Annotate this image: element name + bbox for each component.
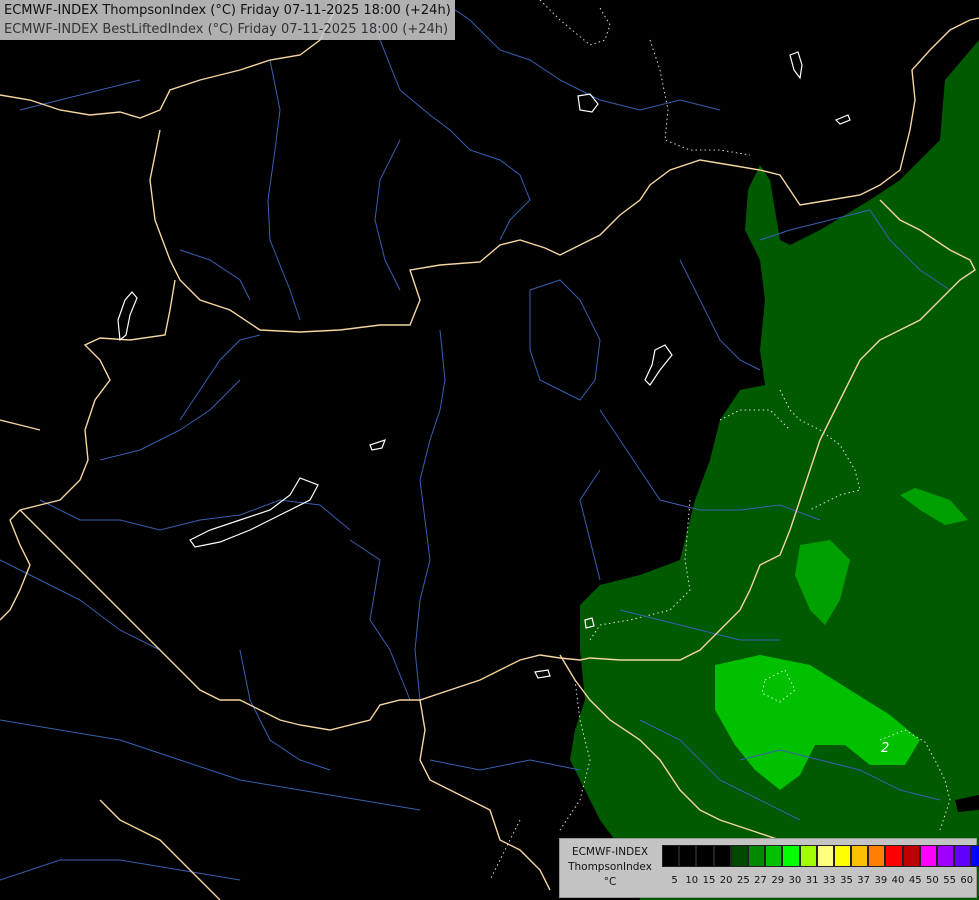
legend-tick-label: 27 — [754, 875, 767, 886]
legend-swatch — [679, 845, 697, 867]
legend-swatch — [782, 845, 800, 867]
legend-swatch — [816, 845, 834, 867]
legend-swatch — [662, 845, 680, 867]
legend-tick-label: 30 — [788, 875, 802, 886]
header-line-thompson: ECMWF-INDEX ThompsonIndex (°C) Friday 07… — [4, 3, 451, 18]
legend-swatch — [696, 845, 714, 867]
legend-tick-label: 55 — [943, 875, 956, 886]
legend-swatch — [937, 845, 955, 867]
color-legend: ECMWF-INDEX ThompsonIndex °C 5 10 15 20 25 27… — [559, 838, 979, 898]
legend-swatch — [799, 845, 817, 867]
legend-swatches — [662, 845, 979, 867]
header-line-lifted: ECMWF-INDEX BestLiftedIndex (°C) Friday … — [4, 22, 449, 37]
legend-swatch — [885, 845, 903, 867]
legend-model: ECMWF-INDEX — [571, 846, 649, 858]
legend-swatch — [868, 845, 886, 867]
legend-tick-label: 5 — [671, 875, 678, 886]
legend-swatch — [833, 845, 852, 867]
legend-tick-label: 33 — [822, 875, 836, 886]
legend-tick-label: 40 — [891, 875, 905, 886]
legend-tick-label: 31 — [805, 875, 819, 886]
legend-tick-label: 60 — [960, 875, 974, 886]
legend-swatch — [902, 845, 920, 867]
legend-tick-label: 10 — [685, 875, 699, 886]
legend-swatch — [971, 845, 979, 867]
legend-tick-label: 20 — [719, 875, 733, 886]
legend-index: ThompsonIndex — [568, 861, 652, 873]
map-header: ECMWF-INDEX ThompsonIndex (°C) Friday 07… — [0, 0, 455, 40]
contour-label: 2 — [881, 741, 889, 756]
legend-unit: °C — [603, 876, 617, 888]
legend-swatch — [919, 845, 937, 867]
legend-tick-label: 50 — [926, 875, 939, 886]
legend-ticks: 5 10 15 20 25 27 29 30 31 33 35 37 39 40 45 50 55 60 — [666, 875, 975, 886]
legend-swatch — [730, 845, 748, 867]
legend-swatch — [747, 845, 766, 867]
legend-tick-label: 35 — [840, 875, 853, 886]
legend-tick-label: 37 — [857, 875, 871, 886]
legend-swatch — [954, 845, 972, 867]
legend-tick-label: 45 — [908, 875, 922, 886]
weather-map: 2 — [0, 0, 979, 900]
legend-swatch — [851, 845, 869, 867]
legend-tick-label: 25 — [736, 875, 750, 886]
legend-tick-label: 39 — [874, 875, 888, 886]
legend-tick-label: 15 — [702, 875, 716, 886]
legend-tick-label: 29 — [771, 875, 785, 886]
legend-title: ECMWF-INDEX ThompsonIndex °C — [564, 845, 656, 890]
legend-swatch — [765, 845, 783, 867]
legend-swatch — [713, 845, 731, 867]
